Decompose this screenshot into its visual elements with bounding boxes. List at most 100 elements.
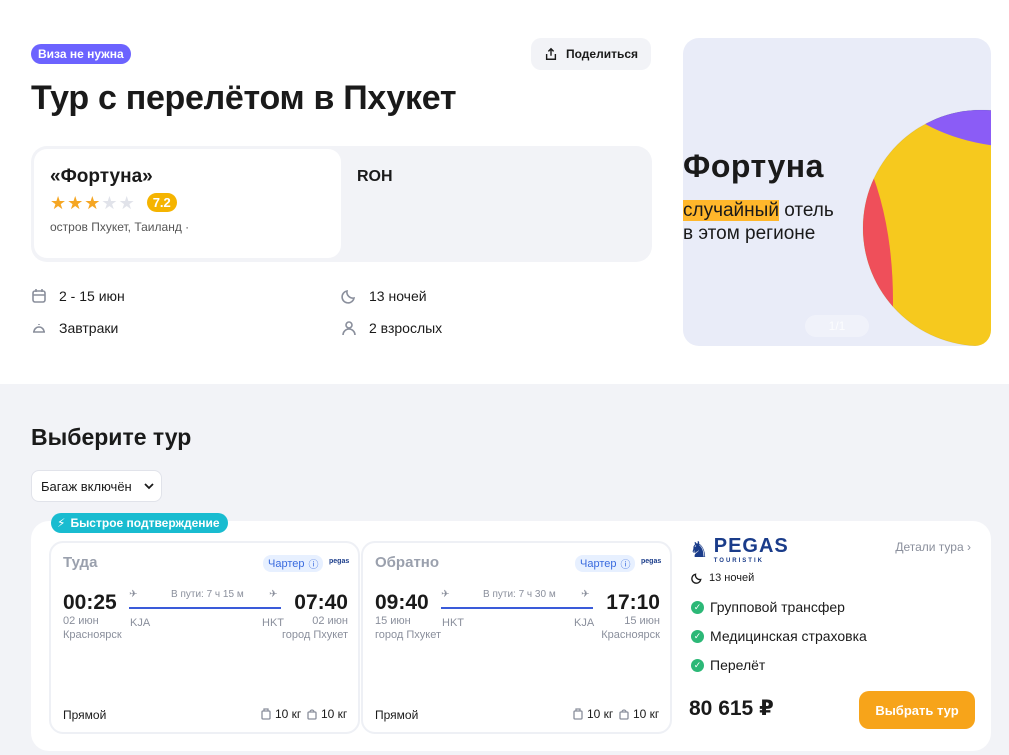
hotel-block: «Фортуна» ★ ★ ★ ★ ★ 7.2 остров Пхукет, Т… — [31, 146, 652, 262]
operator-logo: ♞ PEGAS TOURISTIK — [689, 535, 789, 564]
star-icon: ★ — [50, 192, 67, 213]
star-icon: ★ — [101, 192, 118, 213]
promo-line-1-rest: отель — [778, 200, 834, 221]
check-icon: ✓ — [691, 600, 704, 614]
arrival-code: KJA — [574, 617, 595, 629]
info-nights: 13 ночей — [341, 288, 427, 304]
calendar-icon — [32, 289, 46, 303]
feature-label: Перелёт — [710, 657, 766, 673]
arrival-time: 07:40 — [294, 591, 348, 614]
feature-item: ✓ Перелёт — [691, 657, 765, 673]
flight-return[interactable]: Обратно Чартер ⓘ pegas 09:40 ✈ В пути: 7 … — [361, 541, 672, 734]
feature-label: Медицинская страховка — [710, 628, 867, 644]
promo-line-1: случайный отель — [683, 199, 834, 223]
airline-logo: pegas — [329, 558, 350, 565]
flight-heading: Обратно — [375, 554, 440, 571]
promo-highlight: случайный — [683, 200, 779, 221]
info-guests: 2 взрослых — [341, 320, 442, 336]
slide-counter: 1/1 — [805, 315, 869, 337]
feature-label: Групповой трансфер — [710, 599, 845, 615]
landing-icon: ✈ — [581, 589, 590, 600]
suitcase-icon — [573, 708, 583, 720]
chevron-right-icon: › — [967, 540, 971, 554]
takeoff-icon: ✈ — [441, 589, 450, 600]
hand-luggage-allowance: 10 кг — [307, 707, 347, 721]
arrival-city: Красноярск — [601, 629, 660, 641]
departure-code: HKT — [442, 617, 464, 629]
star-icon: ★ — [118, 192, 135, 213]
info-icon[interactable]: ⓘ — [308, 556, 318, 571]
departure-code: KJA — [130, 617, 151, 629]
suitcase-icon — [261, 708, 271, 720]
flight-type: Прямой — [63, 708, 107, 722]
page-title: Тур с перелётом в Пхукет — [31, 79, 457, 117]
feature-item: ✓ Групповой трансфер — [691, 599, 845, 615]
charter-badge: Чартер ⓘ — [575, 555, 636, 572]
flight-outbound[interactable]: Туда Чартер ⓘ pegas 00:25 ✈ В пути: 7 ч 1… — [49, 541, 360, 734]
charter-label: Чартер — [268, 557, 305, 570]
tour-price: 80 615 ₽ — [689, 697, 774, 720]
share-icon — [545, 47, 557, 60]
info-dates: 2 - 15 июн — [31, 288, 125, 304]
operator-sub: TOURISTIK — [713, 558, 764, 564]
charter-badge: Чартер ⓘ — [263, 555, 324, 572]
tour-details-link[interactable]: Детали тура › — [895, 540, 971, 554]
feature-item: ✓ Медицинская страховка — [691, 628, 867, 644]
offer-nights: 13 ночей — [691, 572, 754, 584]
flight-duration: В пути: 7 ч 30 м — [483, 589, 556, 600]
hotel-name[interactable]: «Фортуна» — [50, 165, 325, 189]
cloche-icon — [33, 324, 45, 333]
departure-city: город Пхукет — [375, 629, 441, 641]
hand-luggage-allowance: 10 кг — [619, 707, 659, 721]
departure-time: 09:40 — [375, 591, 429, 614]
promo-line-2: в этом регионе — [683, 223, 816, 244]
arrival-date: 15 июн — [624, 615, 660, 627]
info-icon[interactable]: ⓘ — [620, 556, 630, 571]
check-icon: ✓ — [691, 629, 704, 643]
promo-banner[interactable]: Фортуна случайный отель в этом регионе 1… — [683, 38, 991, 346]
bag-icon — [619, 709, 629, 720]
airline-logo: pegas — [641, 558, 662, 565]
moon-icon — [691, 573, 702, 584]
fast-confirmation-badge: ⚡ Быстрое подтверждение — [51, 513, 228, 533]
landing-icon: ✈ — [269, 589, 278, 600]
moon-icon — [341, 289, 356, 304]
departure-date: 02 июн — [63, 615, 99, 627]
star-icon: ★ — [84, 192, 101, 213]
info-meal: Завтраки — [31, 320, 118, 336]
section-title: Выберите тур — [31, 424, 192, 450]
charter-label: Чартер — [580, 557, 617, 570]
flight-heading: Туда — [63, 554, 98, 571]
score-badge: 7.2 — [146, 193, 177, 212]
details-label: Детали тура — [895, 540, 964, 554]
beach-ball-icon — [862, 109, 991, 346]
hotel-card[interactable]: «Фортуна» ★ ★ ★ ★ ★ 7.2 остров Пхукет, Т… — [34, 149, 341, 258]
share-button[interactable]: Поделиться — [531, 38, 651, 70]
arrival-code: HKT — [262, 617, 284, 629]
operator-name: PEGAS — [713, 535, 789, 557]
hand-luggage-weight: 10 кг — [321, 707, 348, 721]
departure-date: 15 июн — [375, 615, 411, 627]
flight-type: Прямой — [375, 708, 419, 722]
luggage-allowance: 10 кг — [573, 707, 613, 721]
luggage-weight: 10 кг — [275, 707, 302, 721]
operator-name-wrap: PEGAS TOURISTIK — [714, 535, 789, 564]
nights-text: 13 ночей — [369, 288, 427, 304]
tour-header-section: Виза не нужна Поделиться Тур с перелётом… — [0, 0, 1009, 384]
star-icon: ★ — [67, 192, 84, 213]
filter-label: Багаж включён — [41, 478, 132, 494]
pegasus-icon: ♞ — [689, 536, 710, 562]
offer-nights-text: 13 ночей — [709, 572, 755, 584]
guests-text: 2 взрослых — [369, 320, 443, 336]
select-tour-button[interactable]: Выбрать тур — [859, 691, 975, 729]
promo-title: Фортуна — [683, 148, 824, 184]
departure-time: 00:25 — [63, 591, 117, 614]
lightning-icon: ⚡ — [57, 516, 66, 530]
luggage-weight: 10 кг — [587, 707, 614, 721]
route-line — [129, 607, 281, 609]
baggage-filter-dropdown[interactable]: Багаж включён — [31, 470, 162, 502]
dates-text: 2 - 15 июн — [59, 288, 125, 304]
hand-luggage-weight: 10 кг — [633, 707, 660, 721]
takeoff-icon: ✈ — [129, 589, 138, 600]
chevron-down-icon — [144, 483, 154, 490]
